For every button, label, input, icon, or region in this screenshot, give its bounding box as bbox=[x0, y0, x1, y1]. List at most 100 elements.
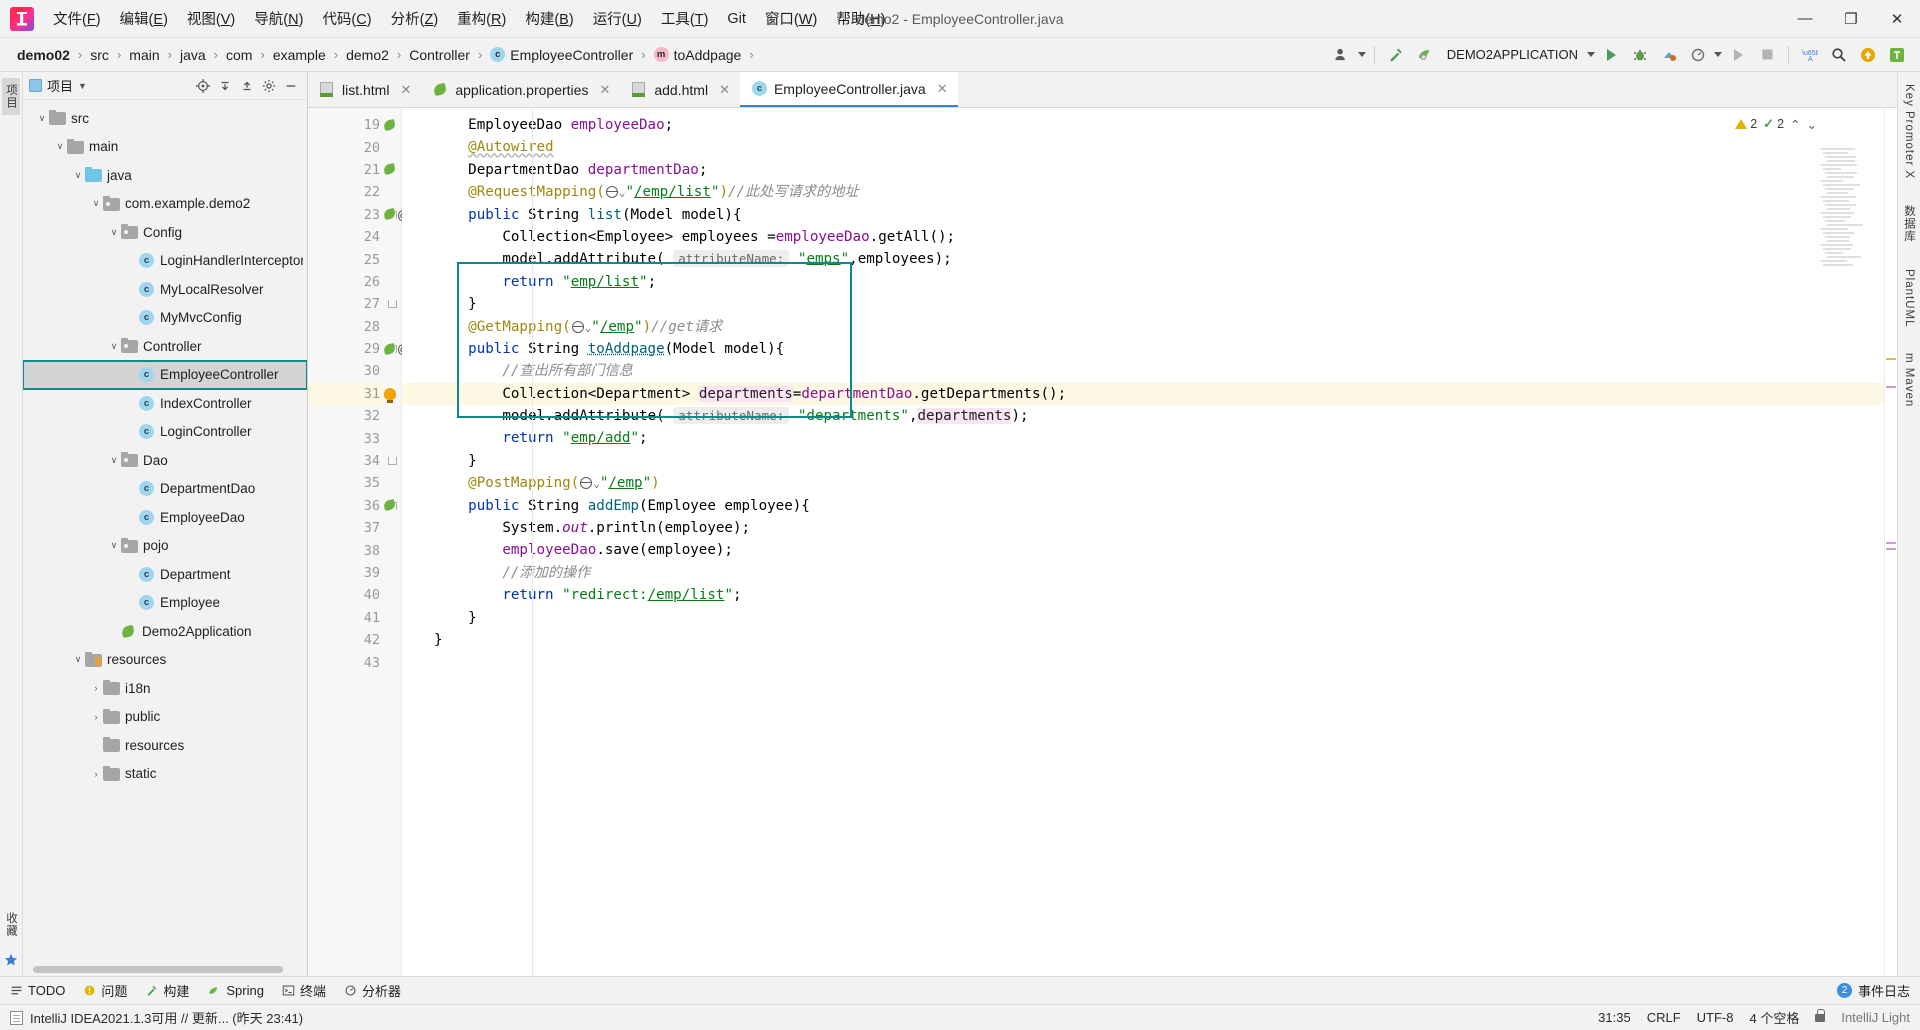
code-line-38[interactable]: employeeDao.save(employee); bbox=[402, 539, 1884, 561]
fold-line-24[interactable] bbox=[384, 226, 401, 248]
tool-window-Spring[interactable]: Spring bbox=[207, 983, 264, 998]
tree-node-com-example-demo2[interactable]: ∨ com.example.demo2 bbox=[23, 190, 307, 219]
close-tab-icon[interactable]: ✕ bbox=[719, 82, 730, 98]
tree-node-src[interactable]: ∨ src bbox=[23, 104, 307, 133]
editor-tab-list-html[interactable]: list.html ✕ bbox=[308, 72, 421, 107]
tool-window-构建[interactable]: 构建 bbox=[145, 981, 189, 1000]
star-icon[interactable] bbox=[4, 953, 18, 970]
code-line-32[interactable]: model.addAttribute( attributeName: "depa… bbox=[402, 405, 1884, 427]
breadcrumb-item-2[interactable]: main bbox=[126, 45, 162, 65]
check-count[interactable]: ✓ 2 bbox=[1763, 116, 1784, 132]
menu-item-8[interactable]: 运行(U) bbox=[584, 4, 651, 33]
chevron-down-icon[interactable]: ∨ bbox=[89, 197, 103, 211]
close-tab-icon[interactable]: ✕ bbox=[937, 81, 948, 97]
code-line-24[interactable]: Collection<Employee> employees =employee… bbox=[402, 226, 1884, 248]
breadcrumb-item-7[interactable]: Controller bbox=[406, 45, 473, 65]
fold-line-22[interactable] bbox=[384, 181, 401, 203]
code-line-37[interactable]: System.out.println(employee); bbox=[402, 517, 1884, 539]
fold-line-39[interactable] bbox=[384, 562, 401, 584]
code-line-23[interactable]: public String list(Model model){ bbox=[402, 204, 1884, 226]
search-icon[interactable] bbox=[1826, 43, 1852, 67]
menu-item-3[interactable]: 导航(N) bbox=[245, 4, 312, 33]
chevron-down-icon[interactable]: ∨ bbox=[107, 339, 121, 353]
right-rail-tab-3[interactable]: m Maven bbox=[1902, 347, 1916, 413]
lock-icon[interactable] bbox=[1815, 1008, 1826, 1022]
fold-line-27[interactable] bbox=[384, 293, 401, 315]
menu-item-1[interactable]: 编辑(E) bbox=[111, 4, 177, 33]
tree-node-loginhandlerinterceptor[interactable]: ∨cLoginHandlerInterceptor bbox=[23, 247, 307, 276]
fold-line-41[interactable] bbox=[384, 607, 401, 629]
gutter-line-42[interactable]: 42 bbox=[308, 629, 384, 651]
chevron-right-icon[interactable]: › bbox=[89, 710, 103, 724]
gutter-line-25[interactable]: 25 bbox=[308, 248, 384, 270]
code-folding-column[interactable] bbox=[384, 108, 402, 976]
fold-line-40[interactable] bbox=[384, 584, 401, 606]
profiler-icon[interactable] bbox=[1685, 43, 1711, 67]
code-line-41[interactable]: } bbox=[402, 607, 1884, 629]
tree-node-dao[interactable]: ∨ Dao bbox=[23, 446, 307, 475]
tree-node-public[interactable]: › public bbox=[23, 703, 307, 732]
close-tab-icon[interactable]: ✕ bbox=[400, 82, 411, 98]
caret-position[interactable]: 31:35 bbox=[1598, 1010, 1631, 1025]
collapse-all-icon[interactable] bbox=[215, 76, 235, 96]
user-icon[interactable] bbox=[1329, 43, 1355, 67]
ide-icon[interactable] bbox=[1884, 43, 1910, 67]
tree-node-logincontroller[interactable]: ∨cLoginController bbox=[23, 418, 307, 447]
menu-item-0[interactable]: 文件(F) bbox=[44, 4, 110, 33]
spring-gutter-icon[interactable] bbox=[384, 343, 397, 356]
run-configuration-selector[interactable]: DEMO2APPLICATION bbox=[1441, 45, 1584, 64]
code-line-20[interactable]: @Autowired bbox=[402, 136, 1884, 158]
gutter-line-23[interactable]: 23@ bbox=[308, 204, 406, 226]
fold-line-33[interactable] bbox=[384, 427, 401, 449]
tree-node-main[interactable]: ∨ main bbox=[23, 133, 307, 162]
fold-line-37[interactable] bbox=[384, 517, 401, 539]
maximize-button[interactable]: ❐ bbox=[1828, 0, 1874, 38]
code-line-42[interactable]: } bbox=[402, 629, 1884, 651]
close-button[interactable]: ✕ bbox=[1874, 0, 1920, 38]
spring-gutter-icon[interactable] bbox=[384, 119, 397, 132]
gutter-line-27[interactable]: 27 bbox=[308, 293, 384, 315]
gutter-line-28[interactable]: 28 bbox=[308, 316, 384, 338]
chevron-down-icon[interactable]: ∨ bbox=[107, 539, 121, 553]
rail-tab-favorites[interactable]: 收藏 bbox=[2, 906, 20, 943]
fold-line-38[interactable] bbox=[384, 539, 401, 561]
tree-node-employee[interactable]: ∨cEmployee bbox=[23, 589, 307, 618]
gutter-line-29[interactable]: 29@ bbox=[308, 338, 406, 360]
tree-node-mymvcconfig[interactable]: ∨cMyMvcConfig bbox=[23, 304, 307, 333]
debug-icon[interactable] bbox=[1627, 43, 1653, 67]
menu-item-12[interactable]: 帮助(H) bbox=[827, 4, 894, 33]
tool-window-终端[interactable]: 终端 bbox=[282, 981, 326, 1000]
code-line-28[interactable]: @GetMapping(⌄"/emp")//get请求 bbox=[402, 316, 1884, 338]
spring-gutter-icon[interactable] bbox=[384, 499, 397, 512]
code-line-31[interactable]: Collection<Department> departments=depar… bbox=[402, 382, 1884, 406]
fold-line-28[interactable] bbox=[384, 316, 401, 338]
chevron-right-icon[interactable]: › bbox=[89, 767, 103, 781]
tree-node-employeedao[interactable]: ∨cEmployeeDao bbox=[23, 503, 307, 532]
breadcrumb-item-0[interactable]: demo02 bbox=[14, 45, 73, 65]
hammer-icon[interactable] bbox=[1383, 43, 1409, 67]
tree-node-static[interactable]: › static bbox=[23, 760, 307, 789]
editor-tab-application-properties[interactable]: application.properties ✕ bbox=[421, 72, 620, 107]
gutter-line-21[interactable]: 21 bbox=[308, 159, 384, 181]
project-horizontal-scrollbar[interactable] bbox=[23, 966, 307, 973]
code-line-26[interactable]: return "emp/list"; bbox=[402, 271, 1884, 293]
next-problem-icon[interactable]: ⌄ bbox=[1807, 117, 1817, 132]
editor-tab-employeecontroller-java[interactable]: c EmployeeController.java ✕ bbox=[739, 72, 958, 107]
breadcrumb-item-6[interactable]: demo2 bbox=[343, 45, 392, 65]
update-arrow-icon[interactable] bbox=[1855, 43, 1881, 67]
fold-end-icon[interactable] bbox=[388, 300, 397, 309]
close-tab-icon[interactable]: ✕ bbox=[599, 82, 610, 98]
project-panel-title[interactable]: 项目 ▼ bbox=[29, 76, 87, 95]
menu-item-9[interactable]: 工具(T) bbox=[652, 4, 718, 33]
code-line-35[interactable]: @PostMapping(⌄"/emp") bbox=[402, 472, 1884, 494]
gutter-line-24[interactable]: 24 bbox=[308, 226, 384, 248]
fold-line-20[interactable] bbox=[384, 136, 401, 158]
indent-setting[interactable]: 4 个空格 bbox=[1750, 1008, 1800, 1027]
user-dropdown-caret-icon[interactable] bbox=[1357, 52, 1366, 57]
code-line-34[interactable]: } bbox=[402, 450, 1884, 472]
line-separator[interactable]: CRLF bbox=[1647, 1010, 1681, 1025]
tree-node-pojo[interactable]: ∨ pojo bbox=[23, 532, 307, 561]
breadcrumb-item-4[interactable]: com bbox=[223, 45, 255, 65]
hide-icon[interactable] bbox=[281, 76, 301, 96]
tree-node-controller[interactable]: ∨ Controller bbox=[23, 332, 307, 361]
